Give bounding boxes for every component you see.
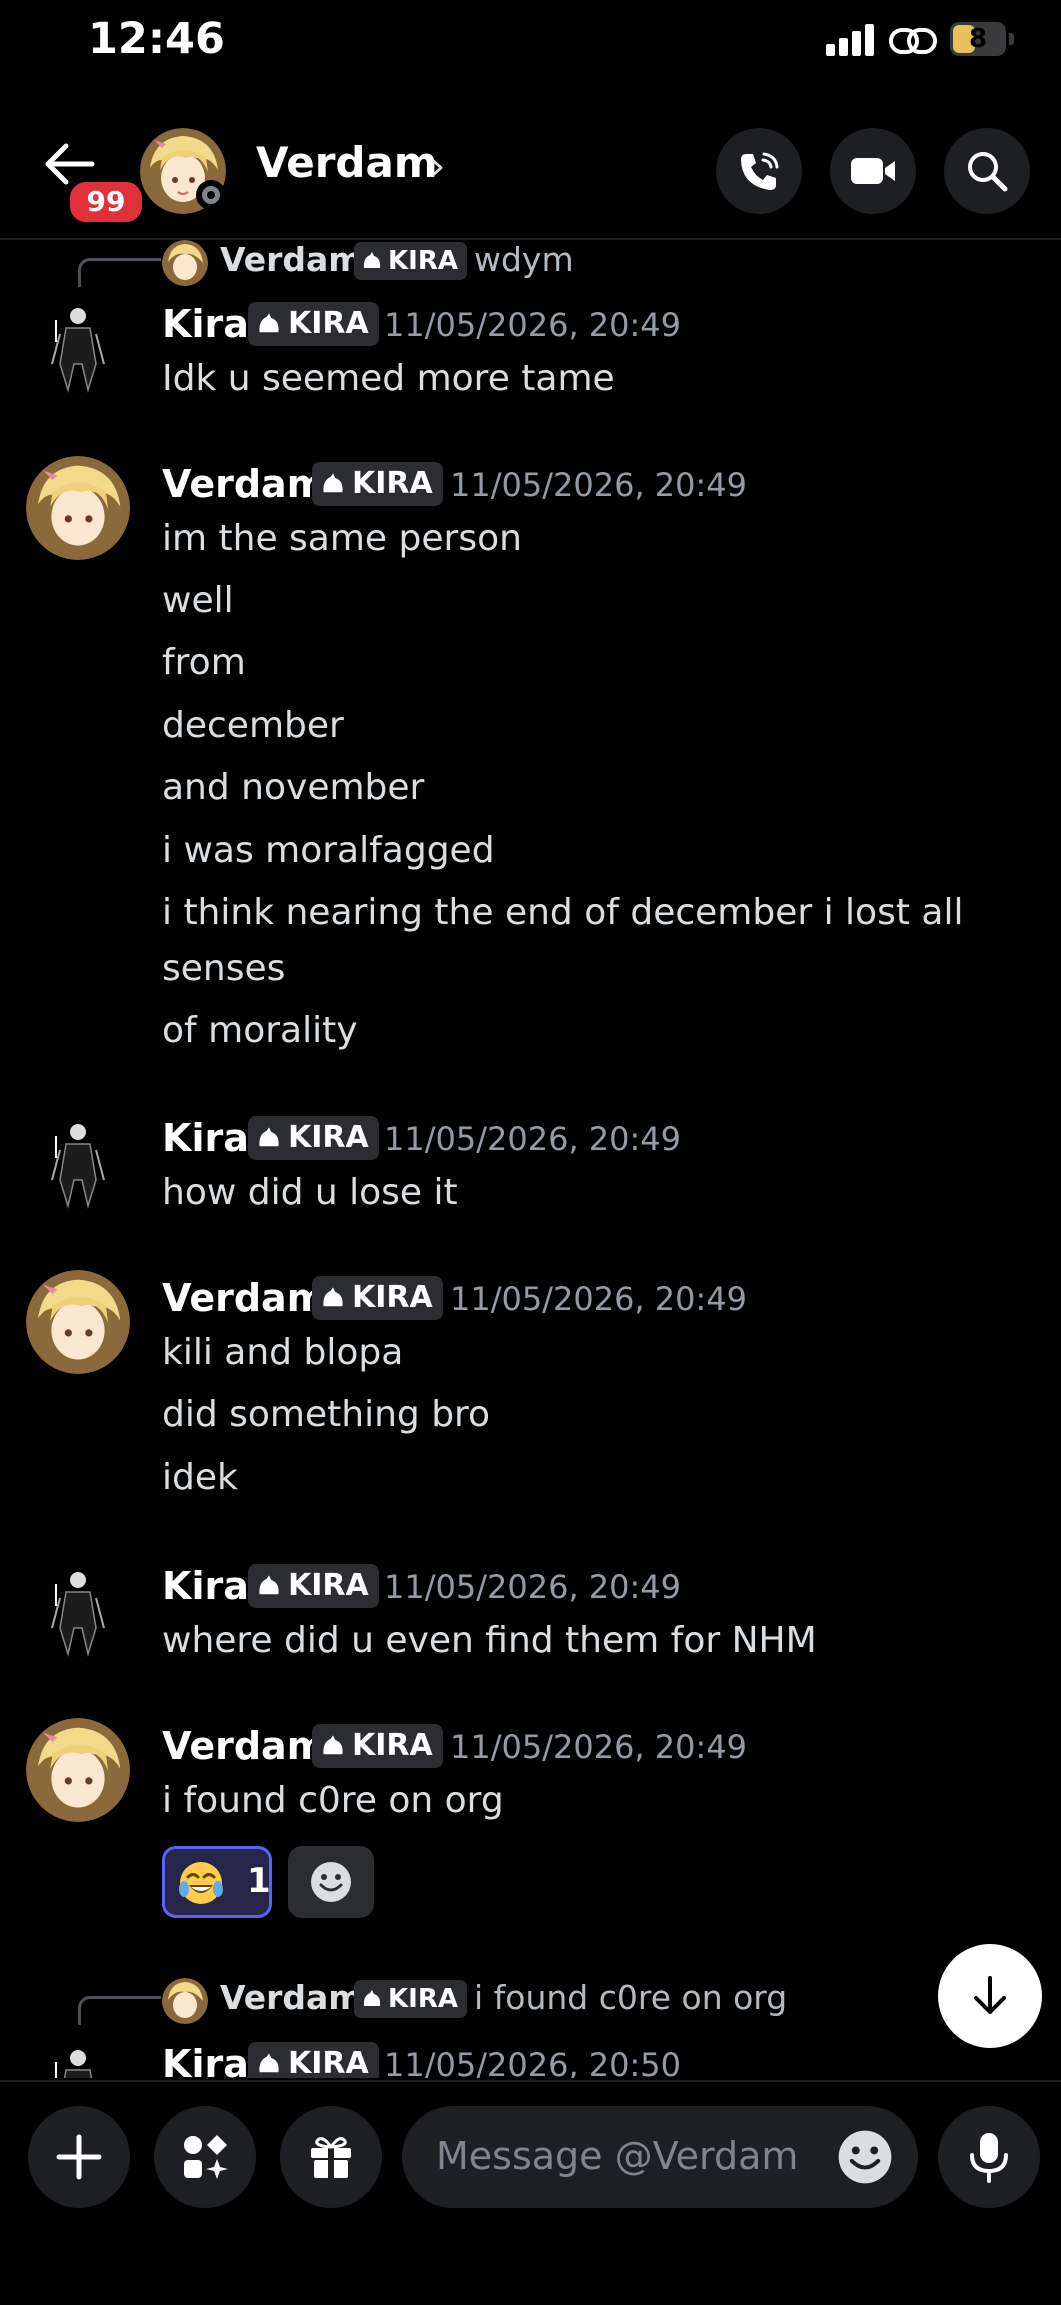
- avatar[interactable]: [26, 1110, 130, 1214]
- message-timestamp: 11/05/2026, 20:50: [384, 2046, 681, 2078]
- message-text: how did u lose it: [162, 1172, 458, 1213]
- emoji-icon: [311, 1862, 351, 1902]
- message-timestamp: 11/05/2026, 20:49: [384, 306, 681, 344]
- guild-tag: KIRA: [248, 2042, 379, 2078]
- message-author[interactable]: Verdam: [162, 462, 326, 506]
- message-author[interactable]: Kira: [162, 302, 249, 346]
- message-author[interactable]: Kira: [162, 1564, 249, 1608]
- message-timestamp: 11/05/2026, 20:49: [450, 466, 747, 504]
- arrow-down-icon: [974, 1976, 1006, 2014]
- reply-text: i found c0re on org: [474, 1978, 788, 2017]
- message-timestamp: 11/05/2026, 20:49: [450, 1280, 747, 1318]
- add-reaction-button[interactable]: [288, 1846, 374, 1918]
- reaction-chip[interactable]: 1: [162, 1846, 272, 1918]
- kira-tag-icon: [323, 1735, 343, 1755]
- message-text: kili and blopa: [162, 1332, 404, 1373]
- voice-call-button[interactable]: [716, 128, 802, 214]
- status-bar: 12:46 8: [0, 0, 1061, 80]
- chevron-right-icon[interactable]: ›: [430, 144, 445, 188]
- emoji-icon[interactable]: [836, 2128, 894, 2186]
- message-text: well: [162, 580, 234, 621]
- message-input-placeholder: Message @Verdam: [436, 2134, 799, 2178]
- avatar[interactable]: [26, 294, 130, 398]
- page-title[interactable]: Verdam: [256, 138, 438, 187]
- plus-icon: [56, 2134, 102, 2180]
- message-list[interactable]: Verdam KIRA wdym Kira KIRA 11/05/2026, 2…: [0, 240, 1061, 2078]
- unread-badge: 99: [66, 178, 146, 226]
- phone-call-icon: [741, 152, 779, 190]
- battery-level: 8: [968, 24, 988, 54]
- message-timestamp: 11/05/2026, 20:49: [384, 1568, 681, 1606]
- message-text: i was moralfagged: [162, 830, 495, 871]
- message-author[interactable]: Kira: [162, 2042, 249, 2078]
- message-author[interactable]: Verdam: [162, 1724, 326, 1768]
- reply-text: wdym: [474, 240, 574, 279]
- status-time: 12:46: [88, 14, 225, 64]
- guild-tag: KIRA: [312, 1724, 443, 1768]
- guild-tag: KIRA: [312, 462, 443, 506]
- avatar[interactable]: [26, 1718, 130, 1822]
- message-text: and november: [162, 767, 425, 808]
- kira-tag-icon: [259, 1127, 279, 1147]
- message-text: december: [162, 705, 344, 746]
- message-text: where did u even find them for NHM: [162, 1620, 817, 1661]
- message-timestamp: 11/05/2026, 20:49: [384, 1120, 681, 1158]
- message-input[interactable]: Message @Verdam: [402, 2106, 918, 2208]
- offline-status-icon: [196, 180, 226, 210]
- message-author[interactable]: Kira: [162, 1116, 249, 1160]
- gift-icon: [311, 2137, 351, 2178]
- kira-tag-icon: [363, 1990, 381, 2006]
- search-button[interactable]: [944, 128, 1030, 214]
- reply-avatar: [162, 240, 208, 286]
- kira-tag-icon: [323, 473, 343, 493]
- avatar[interactable]: [26, 456, 130, 560]
- kira-tag-icon: [259, 2053, 279, 2073]
- message-text: of morality: [162, 1010, 358, 1051]
- composer-bar: Message @Verdam: [0, 2080, 1061, 2305]
- message-text: idek: [162, 1457, 238, 1498]
- message-text: Idk u seemed more tame: [162, 358, 615, 399]
- guild-tag: KIRA: [248, 302, 379, 346]
- message-timestamp: 11/05/2026, 20:49: [450, 1728, 747, 1766]
- gift-button[interactable]: [280, 2106, 382, 2208]
- reply-author: Verdam: [220, 240, 363, 279]
- jump-to-latest-button[interactable]: [938, 1944, 1042, 2048]
- microphone-icon: [970, 2133, 1008, 2183]
- guild-tag: KIRA: [312, 1276, 443, 1320]
- joy-emoji-icon: [179, 1862, 223, 1904]
- kira-tag-icon: [363, 252, 381, 268]
- apps-button[interactable]: [154, 2106, 256, 2208]
- kira-tag-icon: [259, 313, 279, 333]
- hotspot-link-icon: [889, 28, 937, 54]
- message-author[interactable]: Verdam: [162, 1276, 326, 1320]
- reply-avatar: [162, 1978, 208, 2024]
- kira-tag-icon: [259, 1575, 279, 1595]
- message-text: im the same person: [162, 518, 522, 559]
- guild-tag: KIRA: [248, 1116, 379, 1160]
- message-text: i found c0re on org: [162, 1780, 504, 1821]
- video-camera-icon: [851, 158, 895, 184]
- voice-message-button[interactable]: [938, 2106, 1040, 2208]
- dm-header: 99 Verdam ›: [0, 110, 1061, 240]
- avatar[interactable]: [26, 1558, 130, 1662]
- reaction-count: 1: [247, 1861, 271, 1901]
- search-icon: [968, 152, 1008, 192]
- apps-icon: [184, 2135, 228, 2179]
- avatar[interactable]: [26, 2036, 130, 2078]
- message-text: did something bro: [162, 1394, 491, 1435]
- attach-button[interactable]: [28, 2106, 130, 2208]
- battery-icon: 8: [950, 22, 1014, 56]
- video-call-button[interactable]: [830, 128, 916, 214]
- message-text: i think nearing the end of december i lo…: [162, 892, 964, 933]
- cellular-signal-icon: [826, 24, 878, 56]
- guild-tag: KIRA: [354, 242, 467, 280]
- avatar[interactable]: [26, 1270, 130, 1374]
- message-text: senses: [162, 948, 286, 989]
- reply-author: Verdam: [220, 1978, 363, 2017]
- guild-tag: KIRA: [354, 1980, 467, 2018]
- message-text: from: [162, 642, 246, 683]
- guild-tag: KIRA: [248, 1564, 379, 1608]
- kira-tag-icon: [323, 1287, 343, 1307]
